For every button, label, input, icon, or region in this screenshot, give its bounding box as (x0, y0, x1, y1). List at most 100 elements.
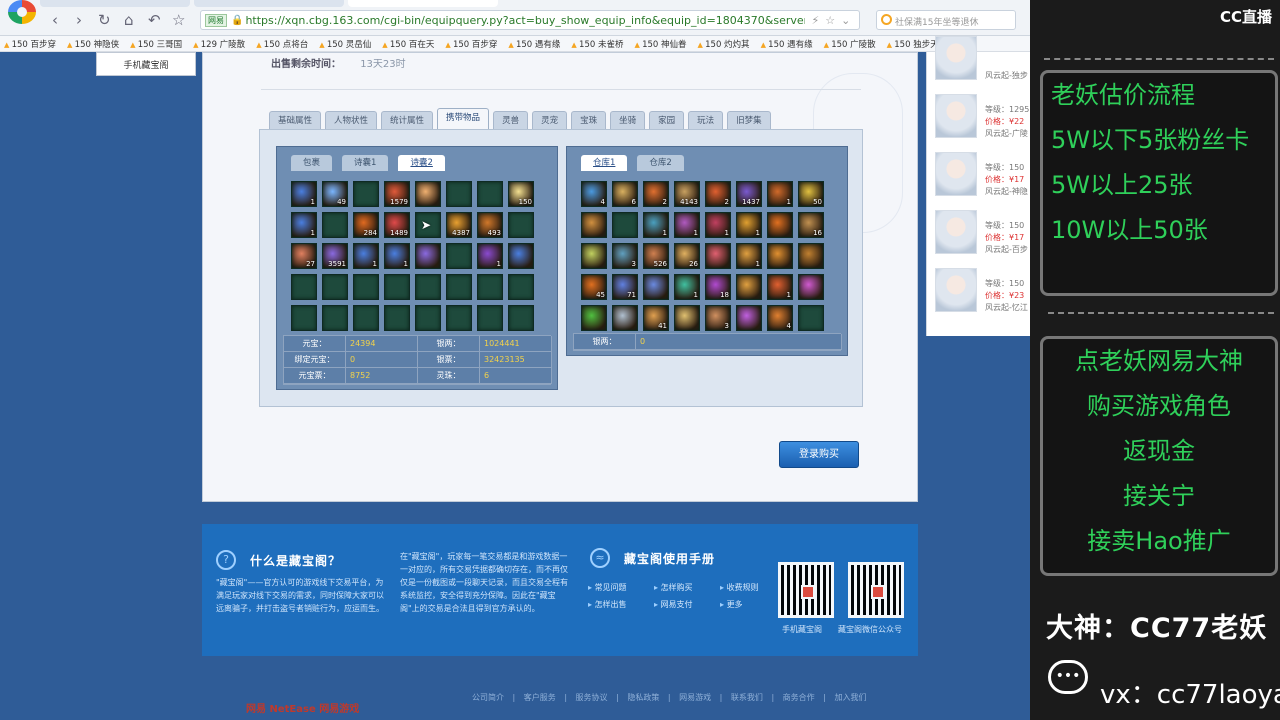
manual-link[interactable]: 怎样出售 (588, 599, 650, 610)
empty-slot[interactable] (612, 212, 638, 238)
reload-icon[interactable]: ↻ (98, 12, 111, 28)
item-slot[interactable]: 3 (612, 243, 638, 269)
item-slot[interactable]: 18 (705, 274, 731, 300)
tab-8[interactable]: 坐骑 (610, 111, 646, 129)
bookmark-item[interactable]: 150 广陵散 (824, 38, 875, 50)
item-slot[interactable]: 1 (736, 243, 762, 269)
tab-4[interactable]: 携带物品 (437, 108, 490, 129)
item-slot[interactable]: 1 (477, 243, 503, 269)
item-slot[interactable]: 1 (674, 212, 700, 238)
item-slot[interactable]: 1 (291, 212, 317, 238)
seller-item[interactable]: 等级：150 价格：¥17 风云起-神隐 (931, 148, 1031, 200)
item-slot[interactable]: 3591 (322, 243, 348, 269)
item-slot[interactable]: 4 (767, 305, 793, 331)
item-slot[interactable]: 1 (353, 243, 379, 269)
item-slot[interactable] (674, 305, 700, 331)
empty-slot[interactable] (415, 274, 441, 300)
item-slot[interactable] (767, 212, 793, 238)
bag-tab[interactable]: 诗囊2 (398, 155, 445, 171)
bookmark-item[interactable]: 150 未雀桥 (571, 38, 623, 50)
tab-1[interactable]: 基础属性 (269, 111, 322, 129)
item-slot[interactable]: 2 (643, 181, 669, 207)
browser-tab-active[interactable] (348, 0, 498, 7)
tab-6[interactable]: 灵宠 (532, 111, 568, 129)
bookmark-item[interactable]: 150 遇有缘 (761, 38, 812, 50)
empty-slot[interactable] (446, 181, 472, 207)
empty-slot[interactable] (415, 305, 441, 331)
item-slot[interactable]: 1 (705, 212, 731, 238)
manual-link[interactable]: 收费规则 (720, 582, 782, 593)
empty-slot[interactable] (477, 274, 503, 300)
item-slot[interactable]: 493 (477, 212, 503, 238)
item-slot[interactable] (581, 243, 607, 269)
empty-slot[interactable] (322, 305, 348, 331)
empty-slot[interactable] (322, 274, 348, 300)
empty-slot[interactable] (353, 274, 379, 300)
item-slot[interactable] (798, 243, 824, 269)
item-slot[interactable] (508, 243, 534, 269)
browser-logo-icon[interactable] (8, 0, 36, 24)
item-slot[interactable]: 27 (291, 243, 317, 269)
empty-slot[interactable] (477, 181, 503, 207)
item-slot[interactable]: 284 (353, 212, 379, 238)
item-slot[interactable] (415, 181, 441, 207)
item-slot[interactable]: 4387 (446, 212, 472, 238)
item-slot[interactable]: 1437 (736, 181, 762, 207)
address-bar[interactable]: 网易 🔒 https://xqn.cbg.163.com/cgi-bin/equ… (200, 10, 860, 30)
tab-11[interactable]: 旧梦集 (727, 111, 771, 129)
empty-slot[interactable] (508, 305, 534, 331)
tab-5[interactable]: 灵兽 (493, 111, 529, 129)
item-slot[interactable]: 1 (674, 274, 700, 300)
item-slot[interactable]: 4 (581, 181, 607, 207)
item-slot[interactable]: 2 (705, 181, 731, 207)
forward-icon[interactable]: › (76, 12, 82, 28)
bookmark-item[interactable]: 150 灼灼其 (698, 38, 749, 50)
bookmark-item[interactable]: 150 神隐侠 (67, 38, 119, 50)
item-slot[interactable]: 49 (322, 181, 348, 207)
item-slot[interactable] (736, 305, 762, 331)
mobile-cbg-link[interactable]: 手机藏宝阁 (96, 52, 196, 76)
item-slot[interactable] (415, 243, 441, 269)
bookmark-star-icon[interactable]: ☆ (825, 14, 835, 27)
avatar[interactable] (935, 36, 977, 80)
tab-3[interactable]: 统计属性 (381, 111, 434, 129)
item-slot[interactable]: 41 (643, 305, 669, 331)
bottom-links[interactable]: 公司简介 | 客户服务 | 服务协议 | 隐私政策 | 网易游戏 | 联系我们 … (472, 692, 866, 703)
item-slot[interactable] (705, 243, 731, 269)
browser-tab[interactable] (40, 0, 190, 7)
item-slot[interactable] (798, 274, 824, 300)
empty-slot[interactable] (291, 274, 317, 300)
tab-7[interactable]: 宝珠 (571, 111, 607, 129)
bookmark-item[interactable]: 150 灵岳仙 (319, 38, 371, 50)
item-slot[interactable] (643, 274, 669, 300)
search-input[interactable]: 社保满15年坐等退休 (876, 10, 1016, 30)
bookmark-item[interactable]: 150 百步穿 (445, 38, 497, 50)
avatar[interactable] (935, 210, 977, 254)
item-slot[interactable]: 1 (643, 212, 669, 238)
tab-2[interactable]: 人物状性 (325, 111, 378, 129)
item-slot[interactable]: 3 (705, 305, 731, 331)
empty-slot[interactable] (508, 274, 534, 300)
item-slot[interactable]: 6 (612, 181, 638, 207)
empty-slot[interactable] (322, 212, 348, 238)
bookmark-item[interactable]: 150 百在天 (382, 38, 434, 50)
bag-tab[interactable]: 包裹 (291, 155, 333, 171)
seller-item[interactable]: 等级：150 价格：¥17 风云起-百步 (931, 206, 1031, 258)
login-buy-button[interactable]: 登录购买 (779, 441, 859, 468)
lightning-icon[interactable]: ⚡ (811, 14, 819, 27)
browser-tab[interactable] (194, 0, 344, 7)
undo-icon[interactable]: ↶ (148, 12, 161, 28)
back-icon[interactable]: ‹ (52, 12, 58, 28)
item-slot[interactable]: 526 (643, 243, 669, 269)
seller-item[interactable]: 等级：1295 价格：¥22 风云起-广陵 (931, 90, 1031, 142)
item-slot[interactable]: 26 (674, 243, 700, 269)
empty-slot[interactable] (353, 305, 379, 331)
avatar[interactable] (935, 268, 977, 312)
empty-slot[interactable] (798, 305, 824, 331)
bookmark-item[interactable]: 150 神仙眷 (634, 38, 686, 50)
item-slot[interactable]: 1 (767, 181, 793, 207)
tab-9[interactable]: 家园 (649, 111, 685, 129)
avatar[interactable] (935, 152, 977, 196)
manual-link[interactable]: 怎样购买 (654, 582, 716, 593)
seller-item[interactable]: 等级：150 价格：¥23 风云起-忆江 (931, 264, 1031, 316)
